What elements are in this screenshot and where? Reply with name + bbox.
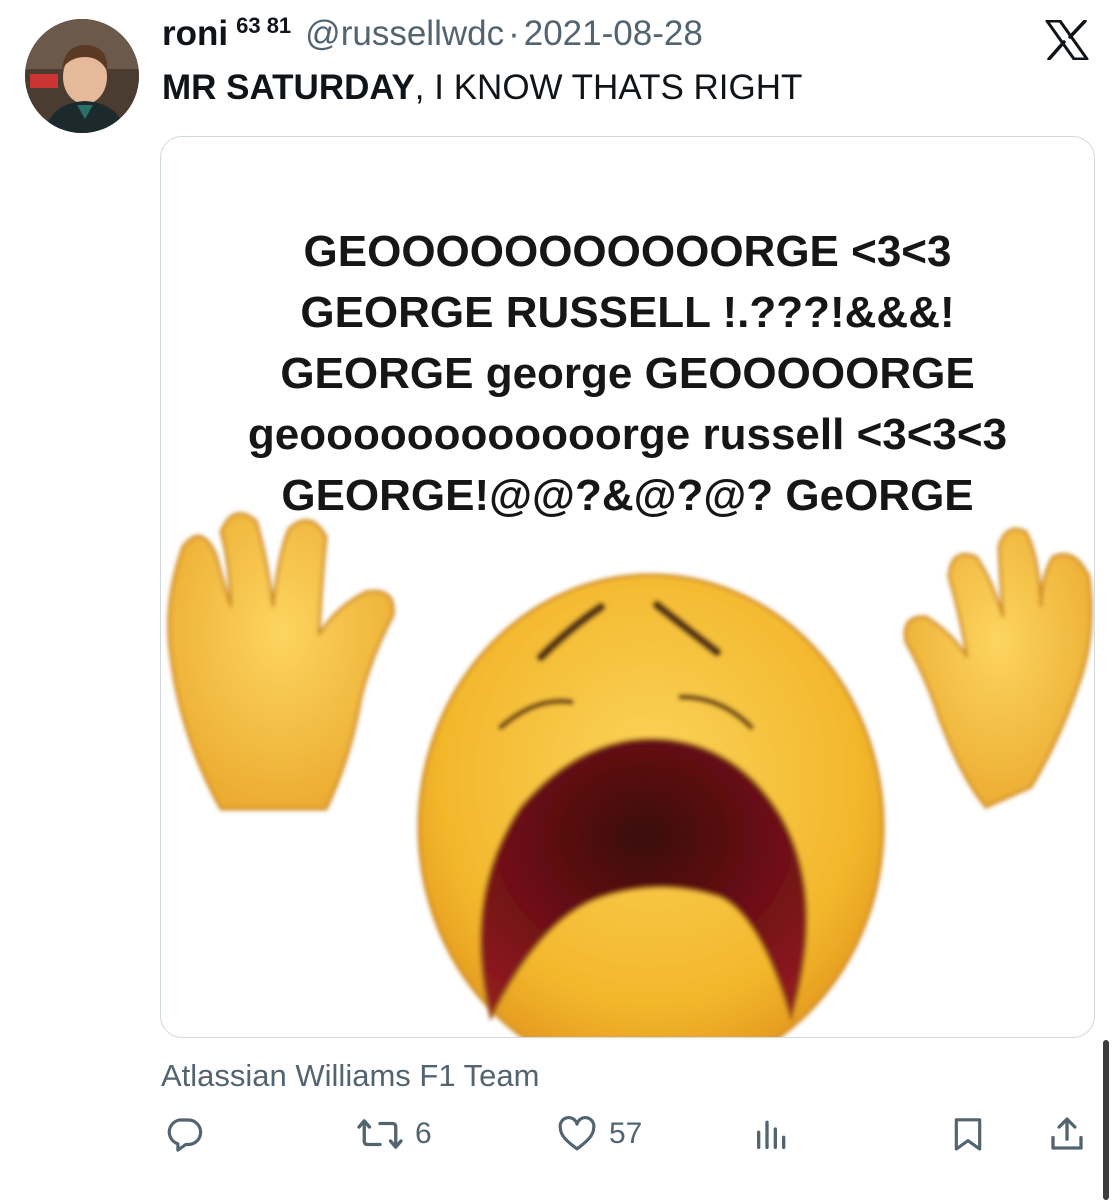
- tweet-text-rest: , I KNOW THATS RIGHT: [414, 68, 803, 107]
- retweet-count: 6: [415, 1117, 432, 1150]
- views-button[interactable]: [752, 1112, 792, 1156]
- separator-dot: ·: [508, 14, 520, 53]
- meme-line: GEOOOOOOOOOOORGE <3<3: [303, 227, 952, 276]
- like-button[interactable]: 57: [555, 1112, 642, 1156]
- avatar[interactable]: [25, 19, 139, 133]
- tweet: roni 63 81 @russellwdc · 2021-08-28 MR S…: [0, 0, 1119, 1200]
- scrollbar[interactable]: [1103, 1040, 1109, 1200]
- reply-button[interactable]: [163, 1112, 205, 1156]
- meme-text: GEOOOOOOOOOOORGE <3<3 GEORGE RUSSELL !.?…: [161, 221, 1094, 526]
- tweet-media-image[interactable]: GEOOOOOOOOOOORGE <3<3 GEORGE RUSSELL !.?…: [160, 136, 1095, 1038]
- affiliation-label[interactable]: Atlassian Williams F1 Team: [161, 1058, 539, 1094]
- meme-line: GEORGE!@@?&@?@? GeORGE: [281, 471, 974, 520]
- views-icon: [757, 1120, 786, 1149]
- like-count: 57: [609, 1117, 643, 1150]
- heart-icon: [558, 1116, 596, 1151]
- meme-line: GEORGE RUSSELL !.???!&&&!: [300, 288, 955, 337]
- share-icon: [1051, 1117, 1083, 1150]
- name-suffix: 63 81: [236, 13, 292, 38]
- avatar-photo: [25, 19, 139, 133]
- tweet-text: MR SATURDAY, I KNOW THATS RIGHT: [162, 68, 802, 108]
- user-handle[interactable]: @russellwdc: [305, 14, 504, 54]
- retweet-icon: [357, 1119, 403, 1149]
- tweet-header: roni 63 81 @russellwdc · 2021-08-28: [162, 13, 703, 60]
- display-name[interactable]: roni: [162, 14, 228, 54]
- x-logo-icon[interactable]: [1045, 19, 1089, 61]
- meme-line: GEORGE george GEOOOOORGE: [280, 349, 975, 398]
- retweet-button[interactable]: 6: [355, 1112, 432, 1156]
- bookmark-icon: [954, 1118, 982, 1151]
- share-button[interactable]: [1046, 1112, 1088, 1156]
- bookmark-button[interactable]: [948, 1112, 988, 1156]
- action-bar: 6 57: [0, 1100, 1119, 1170]
- tweet-text-bold: MR SATURDAY: [162, 68, 415, 107]
- reply-icon: [167, 1118, 203, 1152]
- tweet-date[interactable]: 2021-08-28: [524, 14, 703, 54]
- meme-line: geoooooooooooorge russell <3<3<3: [247, 410, 1008, 459]
